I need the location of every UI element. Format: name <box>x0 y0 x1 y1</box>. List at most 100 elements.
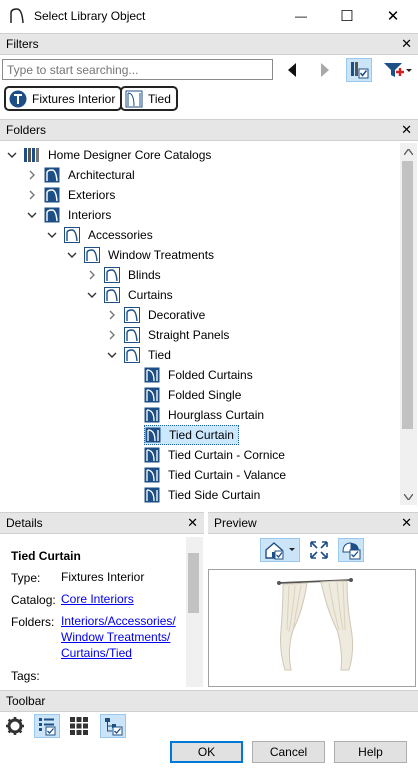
tree-item-label: Decorative <box>148 308 206 322</box>
object-icon <box>144 447 160 463</box>
filter-view-toggle-button[interactable] <box>346 58 372 82</box>
tree-item-object[interactable]: Tied Curtain - Valance <box>126 465 290 485</box>
tree-item-object[interactable]: Tied Side Curtain <box>126 485 264 505</box>
tree-item-folder[interactable]: Curtains <box>86 285 177 305</box>
folders-label: Folders: <box>11 615 55 629</box>
list-view-button[interactable] <box>34 714 60 738</box>
chip-label: Tied <box>148 91 171 106</box>
folders-scrollbar[interactable] <box>400 143 417 505</box>
type-label: Type: <box>11 571 41 585</box>
tree-item-object[interactable]: Hourglass Curtain <box>126 405 268 425</box>
scroll-up-icon[interactable] <box>400 143 417 160</box>
tree-item-object[interactable]: Folded Single <box>126 385 245 405</box>
ok-button[interactable]: OK <box>170 741 243 763</box>
tree-item-label: Folded Single <box>168 388 242 402</box>
close-folders-icon[interactable]: ✕ <box>401 123 412 137</box>
tree-item-content: Folded Curtains <box>144 366 257 384</box>
search-input[interactable] <box>2 59 273 80</box>
tree-item-label: Home Designer Core Catalogs <box>48 148 212 162</box>
minimize-button[interactable]: — <box>278 0 324 31</box>
details-scroll-thumb[interactable] <box>188 553 199 613</box>
tree-item-label: Architectural <box>68 168 135 182</box>
catalog-dark-icon <box>44 167 60 183</box>
details-scrollbar[interactable] <box>186 537 203 687</box>
tree-item-content: Home Designer Core Catalogs <box>24 146 215 164</box>
chevron-right-icon[interactable] <box>26 189 38 201</box>
help-button[interactable]: Help <box>334 741 407 763</box>
camera-view-dropdown-button[interactable] <box>260 538 300 562</box>
chip-label: Fixtures Interior <box>32 91 116 106</box>
tree-item-folder[interactable]: Interiors <box>26 205 115 225</box>
tree-item-folder[interactable]: Exteriors <box>26 185 119 205</box>
tree-item-folder[interactable]: Straight Panels <box>106 325 233 345</box>
close-details-icon[interactable]: ✕ <box>187 516 198 530</box>
tree-item-content: Exteriors <box>44 186 119 204</box>
tree-item-folder[interactable]: Architectural <box>26 165 139 185</box>
tree-item-folder[interactable]: Blinds <box>86 265 165 285</box>
chevron-down-icon[interactable] <box>66 249 78 261</box>
cancel-button[interactable]: Cancel <box>252 741 325 763</box>
grid-view-button[interactable] <box>66 714 92 738</box>
chip-tied[interactable]: Tied <box>120 86 178 111</box>
chevron-right-icon[interactable] <box>86 269 98 281</box>
tree-item-content: Blinds <box>104 266 165 284</box>
tree-item-folder[interactable]: Accessories <box>46 225 157 245</box>
forward-arrow-icon[interactable] <box>313 59 335 81</box>
tree-item-object[interactable]: Tied Curtain <box>126 425 239 445</box>
settings-button[interactable] <box>2 714 28 738</box>
folders-link-line[interactable]: Curtains/Tied <box>61 645 132 661</box>
render-dome-icon <box>342 542 361 560</box>
tree-item-content: Curtains <box>104 286 177 304</box>
catalog-dark-icon <box>44 187 60 203</box>
minimize-icon: — <box>295 8 307 23</box>
chevron-down-icon[interactable] <box>106 349 118 361</box>
tree-item-content: Tied Curtain - Cornice <box>144 446 289 464</box>
chevron-right-icon[interactable] <box>106 329 118 341</box>
chevron-down-icon[interactable] <box>6 149 18 161</box>
chip-fixtures-interior[interactable]: Fixtures Interior <box>4 86 123 111</box>
scroll-thumb[interactable] <box>402 161 413 429</box>
preview-body <box>208 537 416 687</box>
tree-item-folder[interactable]: Tied <box>106 345 175 365</box>
tree-item-label: Tied Curtain - Valance <box>168 468 287 482</box>
folders-tree: Home Designer Core Catalogs Architectural… <box>0 143 400 505</box>
chevron-down-icon[interactable] <box>46 229 58 241</box>
tree-item-object[interactable]: Tied Curtain - Cornice <box>126 445 289 465</box>
toolbar-title: Toolbar <box>6 694 46 708</box>
scroll-down-icon[interactable] <box>400 488 417 505</box>
details-object-name: Tied Curtain <box>11 549 81 563</box>
render-mode-button[interactable] <box>338 538 364 562</box>
maximize-button[interactable]: ☐ <box>324 0 370 31</box>
tree-item-label: Folded Curtains <box>168 368 253 382</box>
folders-link-line[interactable]: Window Treatments/ <box>61 629 170 645</box>
preview-image[interactable] <box>208 569 416 687</box>
add-filter-dropdown-button[interactable] <box>378 58 416 82</box>
app-arch-icon <box>10 7 24 23</box>
tree-item-content: Folded Single <box>144 386 245 404</box>
tied-curtain-preview-image <box>277 578 354 671</box>
chevron-right-icon[interactable] <box>106 309 118 321</box>
tree-item-object[interactable]: Folded Curtains <box>126 365 257 385</box>
chevron-right-icon[interactable] <box>26 169 38 181</box>
fit-to-window-button[interactable] <box>306 538 332 562</box>
catalogs-books-icon <box>24 148 39 162</box>
details-body: Tied Curtain Type: Fixtures Interior Cat… <box>0 537 203 687</box>
folders-link-line[interactable]: Interiors/Accessories/ <box>61 613 176 629</box>
chevron-down-icon[interactable] <box>86 289 98 301</box>
tree-item-folder[interactable]: Decorative <box>106 305 209 325</box>
maximize-icon: ☐ <box>340 7 354 25</box>
back-arrow-icon[interactable] <box>282 59 304 81</box>
close-filters-icon[interactable]: ✕ <box>401 37 412 51</box>
list-check-icon <box>39 718 56 736</box>
tied-curtain-icon <box>125 90 143 107</box>
tree-item-folder[interactable]: Home Designer Core Catalogs <box>6 145 215 165</box>
close-window-button[interactable]: ✕ <box>370 0 416 31</box>
chevron-down-icon[interactable] <box>26 209 38 221</box>
tree-view-button[interactable] <box>100 714 126 738</box>
expand-arrows-icon <box>310 541 328 559</box>
catalog-link[interactable]: Core Interiors <box>61 591 134 607</box>
tree-item-folder[interactable]: Window Treatments <box>66 245 218 265</box>
tree-item-content: Architectural <box>44 166 139 184</box>
close-preview-icon[interactable]: ✕ <box>401 516 412 530</box>
